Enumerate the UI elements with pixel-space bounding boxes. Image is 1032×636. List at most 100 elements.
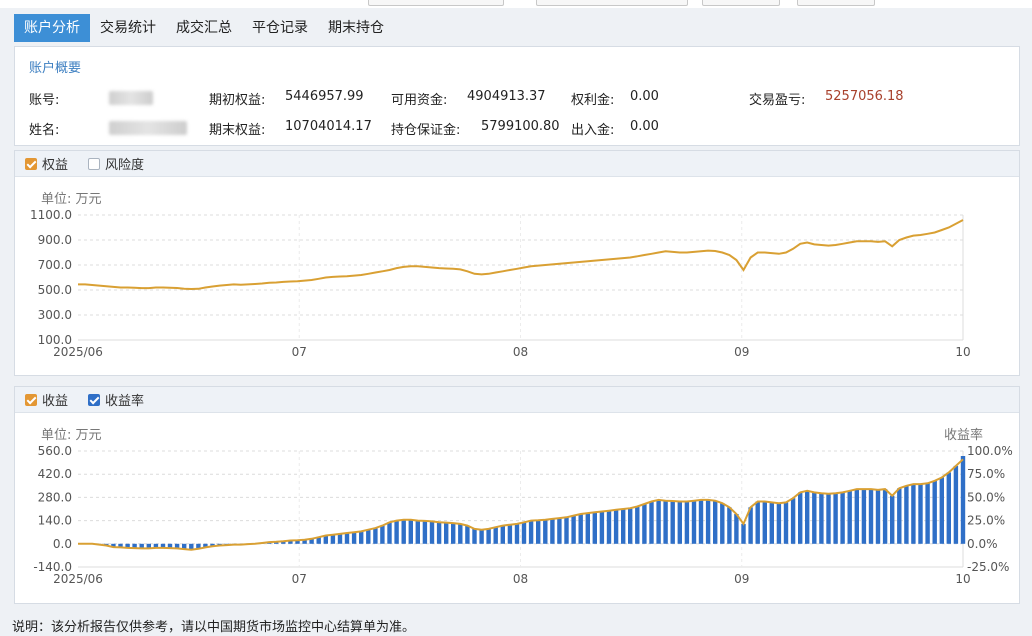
inout-label: 出入金:: [571, 123, 615, 138]
account-name-redacted: [109, 121, 187, 135]
profit-rate-bar: [953, 465, 959, 544]
profit-rate-unit-label: 收益率: [944, 427, 983, 443]
y-tick-label: 500.0: [38, 283, 72, 297]
profit-rate-bar: [670, 501, 675, 544]
profit-rate-bar: [691, 500, 697, 544]
x-tick-label: 09: [734, 572, 749, 586]
profit-bar-line-chart: 单位: 万元 收益率 560.0 100.0%420.0 75.0%280.0 50.…: [33, 427, 1012, 586]
x-tick-label: 2025/06: [53, 345, 103, 359]
equity-chart-header: 权益 风险度: [15, 151, 1019, 177]
name-label: 姓名:: [29, 123, 60, 138]
y-tick-label: 560.0: [38, 444, 72, 458]
date-start-input[interactable]: [368, 0, 504, 6]
x-tick-label: 2025/06: [53, 572, 103, 586]
profit-rate-toggle-label: 收益率: [105, 394, 145, 409]
y-tick-label: 420.0: [38, 467, 72, 481]
profit-rate-bar: [344, 533, 350, 544]
y2-tick-label: 75.0%: [967, 467, 1005, 481]
y2-tick-label: -25.0%: [967, 560, 1009, 574]
profit-rate-bar: [436, 522, 442, 544]
y-tick-label: 900.0: [38, 233, 72, 247]
profit-rate-bar: [798, 492, 803, 544]
profit-rate-bar: [868, 489, 874, 544]
profit-rate-bar: [592, 512, 597, 544]
profit-rate-bar: [882, 489, 888, 544]
profit-rate-bar: [819, 493, 824, 544]
y-tick-label: 700.0: [38, 258, 72, 272]
equity-toggle[interactable]: 权益: [25, 154, 68, 173]
profit-toggle[interactable]: 收益: [25, 390, 68, 409]
account-label: 账号:: [29, 93, 60, 108]
profit-rate-bar: [762, 501, 767, 544]
profit-rate-bar: [847, 490, 852, 544]
profit-rate-bar: [621, 509, 626, 544]
risk-toggle[interactable]: 风险度: [88, 154, 144, 173]
profit-rate-bar: [812, 492, 817, 544]
initial-equity-value: 5446957.99: [285, 89, 364, 104]
final-equity-value: 10704014.17: [285, 119, 372, 134]
profit-rate-bar: [677, 501, 682, 544]
profit-rate-bar: [741, 523, 746, 544]
profit-rate-bar: [946, 472, 951, 544]
profit-rate-bar: [359, 531, 364, 544]
initial-equity-label: 期初权益:: [209, 93, 266, 108]
risk-toggle-label: 风险度: [105, 158, 145, 173]
profit-rate-bar: [444, 522, 449, 544]
checkbox-checked-icon: [25, 393, 37, 406]
profit-rate-bar: [472, 528, 477, 544]
y2-tick-label: 50.0%: [967, 490, 1005, 504]
y-tick-label: 1100.0: [30, 208, 72, 222]
profit-rate-bar: [521, 522, 527, 544]
margin-value: 5799100.80: [481, 119, 560, 134]
account-number-redacted: [109, 91, 153, 105]
profit-rate-bar: [408, 519, 413, 544]
tab-account-analysis[interactable]: 账户分析: [14, 14, 90, 42]
tab-deal-summary[interactable]: 成交汇总: [166, 14, 242, 42]
profit-rate-bar: [805, 490, 810, 544]
profit-rate-bar: [769, 502, 774, 544]
date-end-input[interactable]: [536, 0, 688, 6]
profit-rate-bar: [776, 503, 782, 544]
profit-rate-toggle[interactable]: 收益率: [88, 390, 144, 409]
profit-rate-bar: [507, 524, 513, 544]
account-overview-panel: 账户概要 账号: 期初权益: 5446957.99 可用资金: 4904913.…: [14, 46, 1020, 146]
overview-title: 账户概要: [29, 61, 82, 76]
profit-rate-bar: [684, 501, 690, 544]
profit-rate-bar: [897, 488, 902, 544]
profit-rate-bar: [422, 520, 428, 544]
profit-rate-bar: [557, 518, 562, 544]
query-button[interactable]: [702, 0, 780, 6]
profit-rate-bar: [628, 508, 633, 544]
available-funds-label: 可用资金:: [391, 93, 448, 108]
profit-rate-bar: [394, 520, 399, 544]
profit-rate-bar: [925, 483, 930, 544]
checkbox-checked-icon: [88, 393, 101, 406]
tab-trade-stats[interactable]: 交易统计: [90, 14, 166, 42]
profit-rate-bar: [585, 513, 590, 544]
x-tick-label: 09: [734, 345, 749, 359]
profit-rate-bar: [550, 518, 555, 544]
tab-close-records[interactable]: 平仓记录: [242, 14, 318, 42]
profit-rate-bar: [960, 456, 966, 544]
y-tick-label: 140.0: [38, 514, 72, 528]
profit-rate-bar: [606, 510, 612, 544]
profit-rate-bar: [514, 523, 520, 544]
report-tabs: 账户分析 交易统计 成交汇总 平仓记录 期末持仓: [14, 14, 394, 42]
profit-rate-bar: [698, 499, 704, 544]
profit-toggle-label: 收益: [42, 394, 69, 409]
x-tick-label: 10: [955, 572, 970, 586]
x-tick-label: 07: [292, 345, 307, 359]
top-toolbar: [0, 0, 1032, 8]
profit-rate-bar: [720, 503, 725, 544]
profit-rate-bar: [911, 484, 916, 544]
profit-rate-bar: [833, 493, 838, 544]
profit-rate-bar: [755, 501, 760, 544]
profit-rate-bar: [500, 525, 505, 544]
profit-rate-bar: [543, 519, 548, 544]
export-button[interactable]: [797, 0, 875, 6]
tab-final-positions[interactable]: 期末持仓: [318, 14, 394, 42]
profit-rate-bar: [458, 523, 463, 544]
margin-label: 持仓保证金:: [391, 123, 461, 138]
y-tick-label: 0.0: [53, 537, 72, 551]
x-tick-label: 08: [513, 345, 528, 359]
